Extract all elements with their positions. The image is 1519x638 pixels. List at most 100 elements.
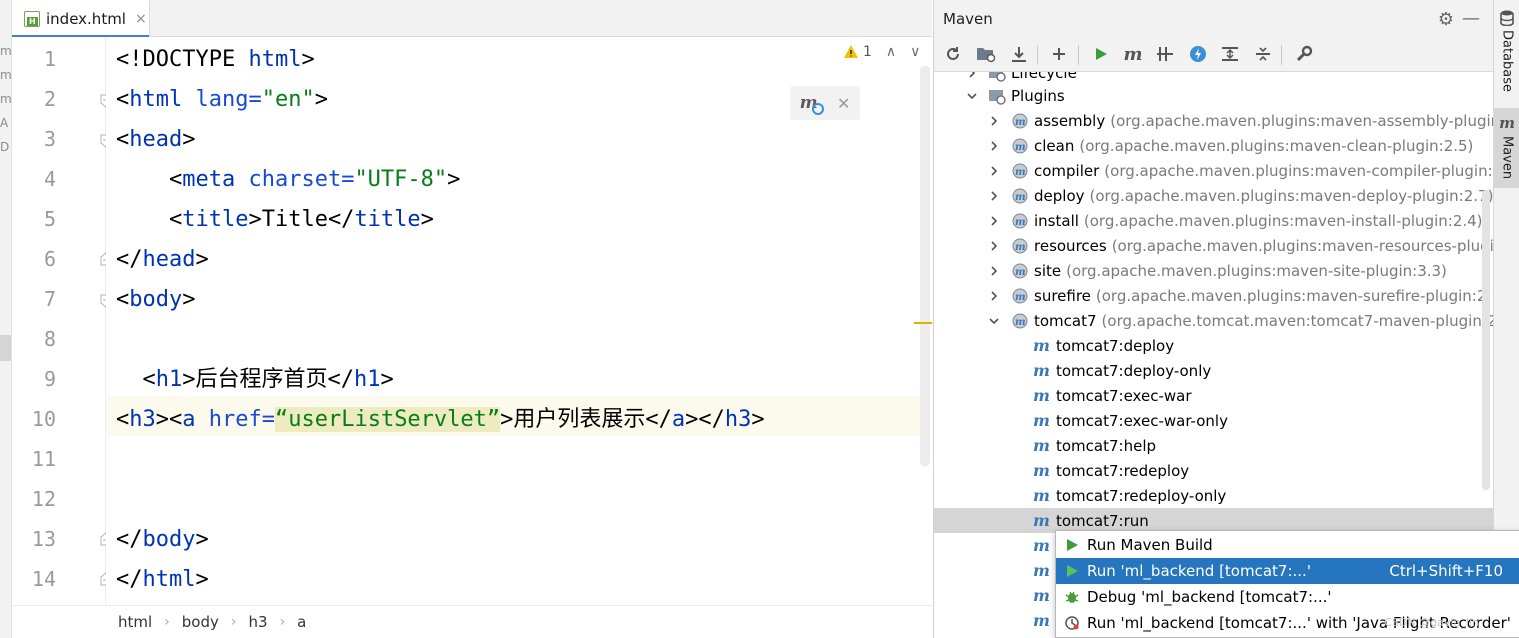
goal-label: tomcat7:redeploy — [1056, 461, 1190, 480]
close-icon[interactable]: × — [135, 11, 147, 27]
code-line-13: </body> — [116, 527, 209, 552]
tree-node-goal[interactable]: m tomcat7:exec-war — [934, 383, 1494, 408]
tree-node-goal[interactable]: m tomcat7:deploy-only — [934, 358, 1494, 383]
maven-goal-icon: m — [1033, 511, 1050, 530]
run-icon[interactable] — [1090, 43, 1112, 65]
tree-node-plugin[interactable]: m assembly (org.apache.maven.plugins:mave… — [934, 108, 1494, 133]
chevron-right-icon[interactable] — [988, 240, 1000, 252]
line-number: 2 — [43, 87, 56, 111]
code-line-3: <head> — [116, 127, 196, 152]
maven-goal-icon: m — [1033, 361, 1050, 380]
inspection-widget[interactable]: 1 ∧ ∨ — [843, 44, 920, 60]
chevron-right-icon[interactable] — [988, 115, 1000, 127]
code-editor[interactable]: <!DOCTYPE html> <html lang="en"> <head> … — [106, 37, 920, 605]
collapse-all-icon[interactable] — [1252, 43, 1274, 65]
tree-node-plugins[interactable]: Plugins — [934, 83, 1494, 108]
tree-node-label: Plugins — [1011, 86, 1065, 105]
menu-item-run-maven-build[interactable]: Run Maven Build — [1056, 532, 1519, 558]
chevron-right-icon[interactable] — [966, 72, 978, 79]
left-strip-char: m — [0, 68, 12, 82]
toggle-offline-icon[interactable] — [1154, 43, 1176, 65]
breadcrumb: html › body › h3 › a — [12, 605, 932, 638]
plugin-icon: m — [1012, 188, 1028, 203]
plugin-label: tomcat7 (org.apache.tomcat.maven:tomcat7-… — [1034, 311, 1494, 330]
tree-node-plugin[interactable]: m resources (org.apache.maven.plugins:mav… — [934, 233, 1494, 258]
breadcrumb-separator-icon: › — [164, 614, 170, 630]
goal-label: tomcat7:exec-war-only — [1056, 411, 1228, 430]
maven-goal-icon: m — [1033, 536, 1050, 555]
show-dependencies-icon[interactable] — [1219, 43, 1241, 65]
maven-goal-icon: m — [1033, 461, 1050, 480]
goal-label: tomcat7:deploy-only — [1056, 361, 1212, 380]
chevron-right-icon[interactable] — [988, 165, 1000, 177]
code-line-2: <html lang="en"> — [116, 87, 328, 112]
menu-item-debug-config[interactable]: Debug 'ml_backend [tomcat7:...' — [1056, 584, 1519, 610]
skip-tests-icon[interactable] — [1187, 43, 1209, 65]
chevron-right-icon[interactable] — [988, 265, 1000, 277]
tree-node-plugin[interactable]: m compiler (org.apache.maven.plugins:mave… — [934, 158, 1494, 183]
tree-node-goal[interactable]: m tomcat7:deploy — [934, 333, 1494, 358]
maven-goal-icon: m — [1033, 586, 1050, 605]
code-line-14: </html> — [116, 567, 209, 592]
editor-scrollbar[interactable] — [920, 66, 930, 466]
chevron-right-icon[interactable] — [988, 140, 1000, 152]
line-number: 12 — [31, 487, 56, 511]
tree-node-plugin[interactable]: m site (org.apache.maven.plugins:maven-si… — [934, 258, 1494, 283]
reload-icon[interactable] — [942, 43, 964, 65]
tree-node-plugin[interactable]: m install (org.apache.maven.plugins:maven… — [934, 208, 1494, 233]
tab-index-html[interactable]: H index.html × — [12, 0, 150, 38]
maven-tool-button[interactable]: m Maven — [1494, 108, 1519, 188]
warning-stripe-marker[interactable] — [914, 322, 932, 324]
maven-goal-icon: m — [1033, 436, 1050, 455]
left-strip-char: m — [0, 44, 12, 58]
maven-goal-icon: m — [1033, 561, 1050, 580]
tree-node-plugin[interactable]: m clean (org.apache.maven.plugins:maven-c… — [934, 133, 1494, 158]
breadcrumb-separator-icon: › — [230, 614, 237, 630]
menu-item-run-config[interactable]: Run 'ml_backend [tomcat7:...' Ctrl+Shift… — [1056, 558, 1519, 584]
line-number: 1 — [43, 47, 56, 71]
breadcrumb-item[interactable]: a — [297, 613, 306, 631]
line-number: 9 — [43, 367, 56, 391]
tree-node-goal[interactable]: m tomcat7:redeploy — [934, 458, 1494, 483]
editor-tab-bar: H index.html × — [12, 0, 932, 38]
maven-icon: m — [1499, 114, 1515, 132]
chevron-right-icon[interactable] — [988, 215, 1000, 227]
execute-maven-goal-icon[interactable]: m — [1122, 43, 1144, 65]
chevron-right-icon[interactable] — [988, 190, 1000, 202]
minimize-icon[interactable]: — — [1462, 8, 1480, 29]
code-line-4: <meta charset="UTF-8"> — [116, 167, 461, 192]
tree-node-goal[interactable]: m tomcat7:redeploy-only — [934, 483, 1494, 508]
svg-text:m: m — [1015, 192, 1026, 203]
wrench-icon[interactable] — [1293, 43, 1315, 65]
warning-count: 1 — [863, 44, 872, 60]
next-highlight-icon[interactable]: ∨ — [910, 44, 920, 60]
add-icon[interactable] — [1048, 43, 1070, 65]
breadcrumb-item[interactable]: body — [182, 613, 219, 631]
tree-node-goal[interactable]: m tomcat7:help — [934, 433, 1494, 458]
breadcrumb-item[interactable]: h3 — [249, 613, 268, 631]
left-strip-char: A — [0, 116, 9, 130]
chevron-down-icon[interactable] — [966, 90, 978, 102]
chevron-right-icon[interactable] — [988, 290, 1000, 302]
database-tool-button[interactable]: Database — [1494, 10, 1519, 92]
breadcrumb-item[interactable]: html — [118, 613, 152, 631]
line-number: 11 — [31, 447, 56, 471]
html-file-icon: H — [24, 10, 40, 27]
code-line-6: </head> — [116, 247, 209, 272]
gear-icon[interactable]: ⚙ — [1438, 9, 1454, 30]
previous-highlight-icon[interactable]: ∧ — [886, 44, 896, 60]
tree-node-plugin[interactable]: m deploy (org.apache.maven.plugins:maven-… — [934, 183, 1494, 208]
chevron-down-icon[interactable] — [988, 315, 1000, 327]
download-icon[interactable] — [1008, 43, 1030, 65]
maven-reload-icon[interactable]: m — [800, 93, 824, 115]
close-icon[interactable]: ✕ — [837, 94, 850, 113]
generate-sources-icon[interactable] — [975, 43, 997, 65]
line-number: 3 — [43, 127, 56, 151]
svg-text:m: m — [1015, 242, 1026, 253]
tree-node-goal[interactable]: m tomcat7:exec-war-only — [934, 408, 1494, 433]
maven-title: Maven — [943, 9, 993, 28]
maven-tree-scrollbar[interactable] — [1482, 190, 1490, 490]
tree-node-plugin-tomcat7[interactable]: m tomcat7 (org.apache.tomcat.maven:tomcat… — [934, 308, 1494, 333]
toolbar-separator — [1078, 45, 1079, 65]
tree-node-plugin[interactable]: m surefire (org.apache.maven.plugins:mave… — [934, 283, 1494, 308]
